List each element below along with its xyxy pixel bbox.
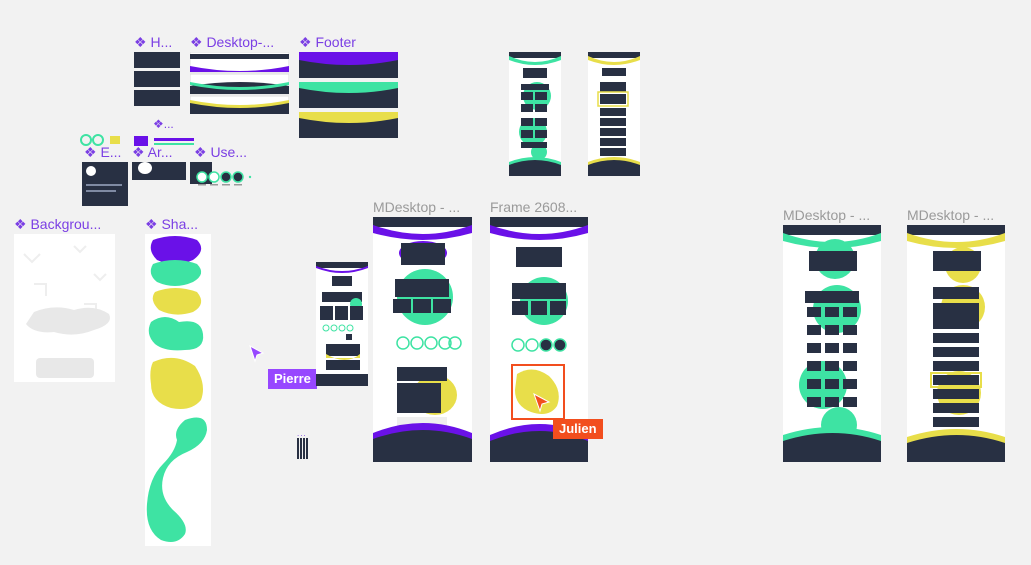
shapes-component[interactable] (145, 234, 211, 546)
avatar (138, 162, 152, 174)
component-label-e[interactable]: ❖ E... (84, 144, 121, 160)
mdesktop-frame-1[interactable] (373, 217, 472, 462)
footer-component[interactable] (299, 52, 398, 138)
cursor-arrow-icon (249, 345, 265, 363)
text-line (86, 190, 116, 192)
header-bar (134, 71, 180, 87)
desktop-waves-graphic (190, 52, 289, 114)
stripes-graphic (297, 438, 308, 459)
mobile-yellow-graphic (588, 52, 640, 176)
component-label-footer[interactable]: ❖ Footer (299, 34, 356, 50)
mdesktop-frame-2[interactable] (783, 225, 881, 462)
users-row-graphic (196, 171, 252, 186)
component-label-h[interactable]: ❖ H... (134, 34, 172, 50)
mdesktop-2-graphic (783, 225, 881, 462)
dots-label: ... (297, 429, 307, 438)
collaborator-tag-julien: Julien (553, 419, 603, 439)
mobile-frame-green[interactable] (509, 52, 561, 176)
component-label-background[interactable]: ❖ Backgrou... (14, 216, 101, 232)
background-pattern-graphic (23, 245, 110, 378)
mobile-frame-graphic (316, 262, 368, 386)
background-component[interactable] (14, 234, 115, 382)
frame-label-2608[interactable]: Frame 2608... (490, 199, 577, 215)
footer-waves-graphic (299, 52, 398, 138)
cursor-arrow-icon (533, 393, 551, 413)
avatar (86, 166, 96, 176)
component-label-shapes[interactable]: ❖ Sha... (145, 216, 198, 232)
mobile-green-graphic (509, 52, 561, 176)
collaborator-tag-pierre: Pierre (268, 369, 317, 389)
mdesktop-1-graphic (373, 217, 472, 462)
mdesktop-3-graphic (907, 225, 1005, 462)
desktop-component[interactable] (190, 52, 289, 114)
frame-label-mdesktop-1[interactable]: MDesktop - ... (373, 199, 460, 215)
header-bar (134, 90, 180, 106)
mdesktop-frame-3[interactable] (907, 225, 1005, 462)
mobile-frame[interactable] (316, 262, 368, 386)
text-line (86, 184, 122, 186)
header-component[interactable] (134, 52, 180, 108)
component-label-ar[interactable]: ❖ Ar... (132, 144, 173, 160)
header-bar (134, 52, 180, 68)
component-label-desktop[interactable]: ❖ Desktop-... (190, 34, 274, 50)
stripes-component[interactable] (297, 438, 310, 459)
frame-label-mdesktop-2[interactable]: MDesktop - ... (783, 207, 870, 223)
article-component[interactable] (132, 162, 186, 180)
component-label-use[interactable]: ❖ Use... (194, 144, 247, 160)
shapes-graphic (146, 236, 207, 542)
users-component[interactable] (194, 170, 256, 188)
article-card-component[interactable] (82, 162, 128, 206)
mobile-frame-yellow[interactable] (588, 52, 640, 176)
frame-label-mdesktop-3[interactable]: MDesktop - ... (907, 207, 994, 223)
